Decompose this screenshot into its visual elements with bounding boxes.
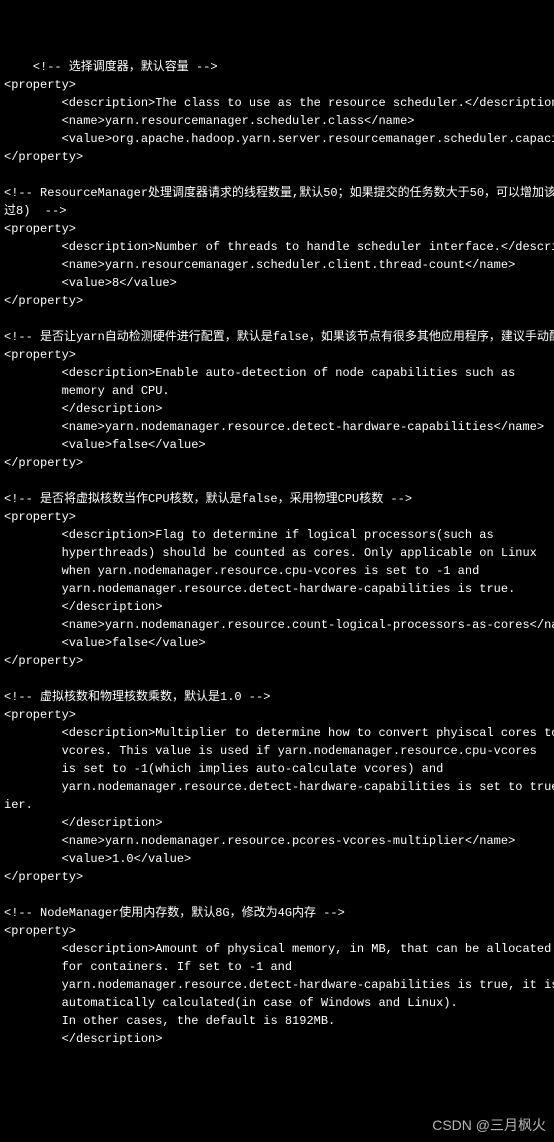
watermark-text: CSDN @三月枫火 [432,1115,546,1136]
xml-config-code: <!-- 选择调度器，默认容量 --> <property> <descript… [4,58,550,1048]
